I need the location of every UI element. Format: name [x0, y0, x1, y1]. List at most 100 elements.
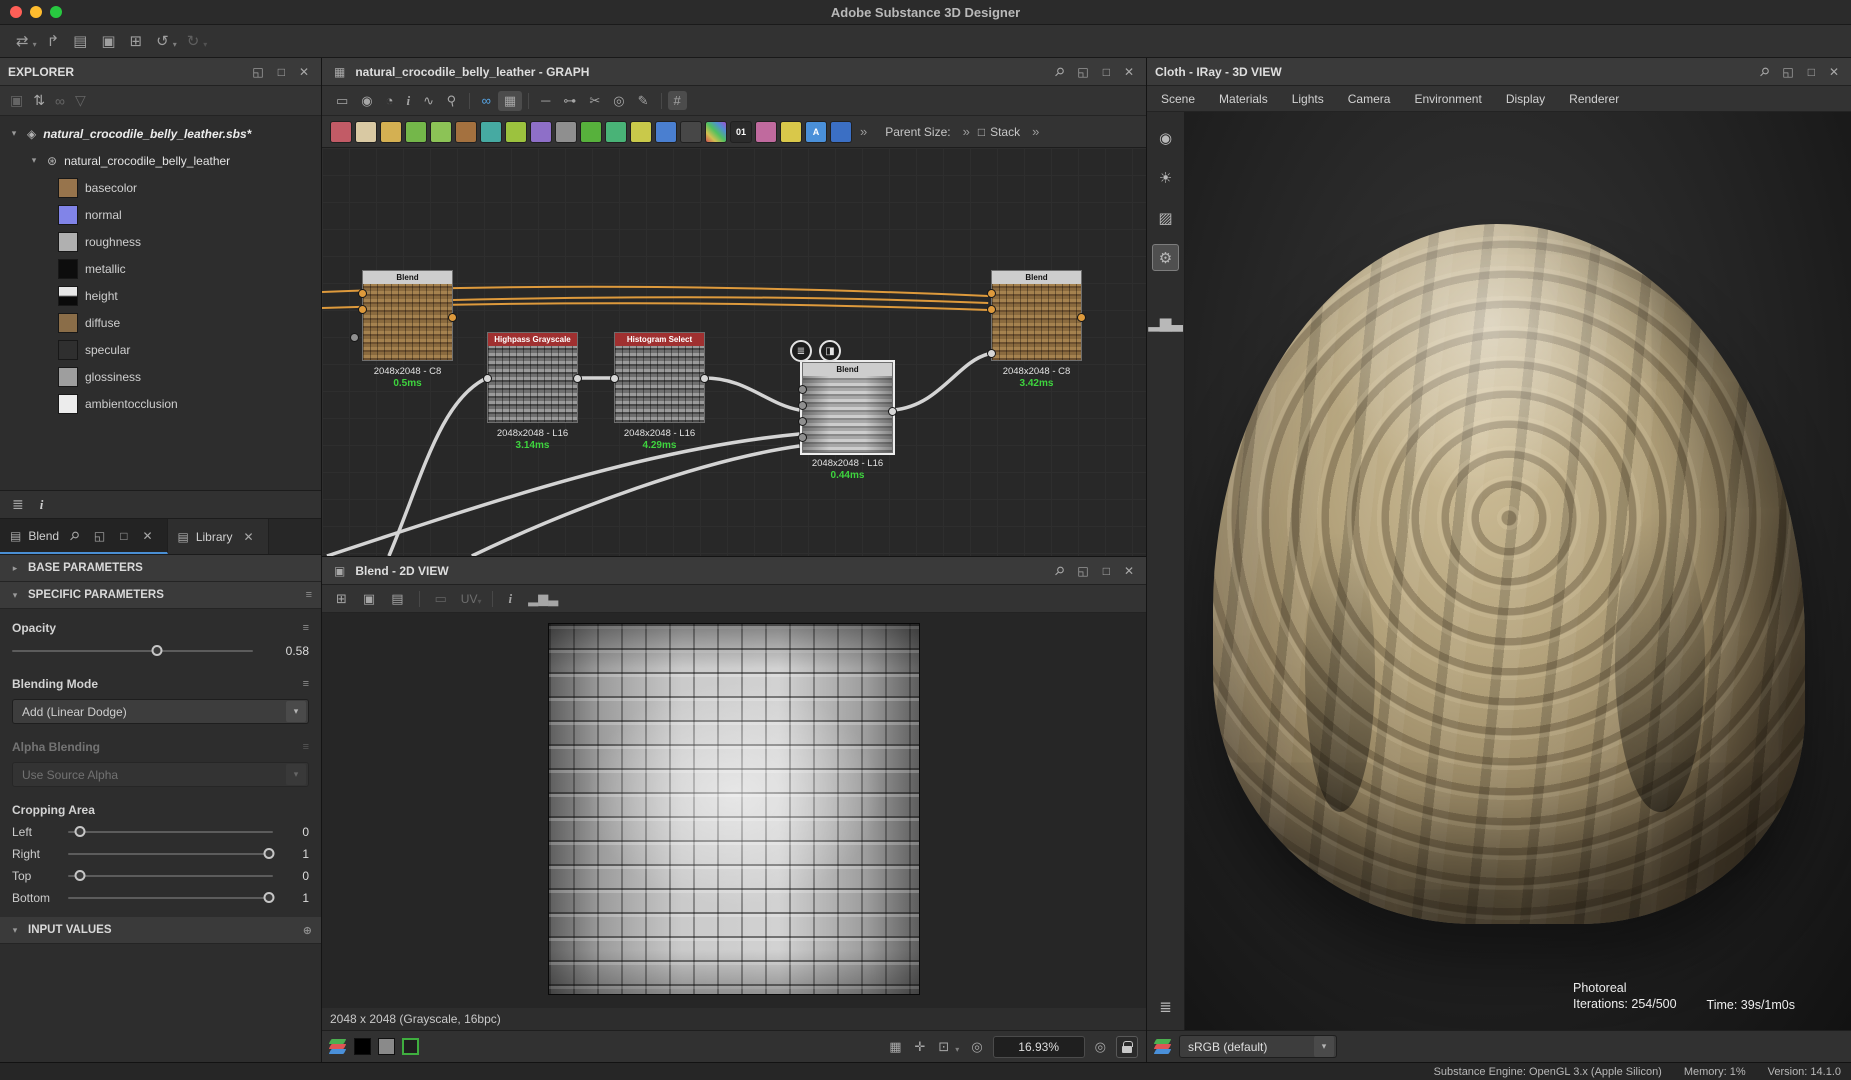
base-parameters-header[interactable]: ▸ BASE PARAMETERS — [0, 555, 321, 582]
output-port[interactable] — [448, 313, 457, 322]
pen-icon[interactable]: ✎ — [632, 91, 655, 111]
minimize-window-button[interactable] — [30, 6, 42, 18]
crop-top-value[interactable]: 0 — [283, 869, 309, 883]
node-info-icon[interactable]: i — [401, 91, 417, 111]
maximize-panel-icon[interactable]: □ — [1804, 65, 1819, 79]
palette-gradient-map[interactable] — [455, 121, 477, 143]
cut-link-icon[interactable]: ✂ — [583, 91, 606, 111]
hierarchy-icon[interactable]: ≣ — [12, 496, 24, 513]
palette-hsl[interactable] — [430, 121, 452, 143]
image-info-icon[interactable]: i — [502, 589, 518, 609]
crop-top-handle[interactable] — [75, 870, 86, 881]
close-tab-icon[interactable]: ✕ — [240, 530, 258, 544]
redo-caret-icon[interactable]: ▾ — [203, 40, 207, 49]
export-image-icon[interactable]: ▤ — [385, 589, 409, 609]
tools-switch-caret-icon[interactable]: ▾ — [33, 40, 37, 49]
link-mode-icon[interactable]: ∞ — [476, 91, 497, 110]
render-area[interactable]: Photoreal Iterations: 254/500 Time: 39s/… — [1185, 112, 1851, 1030]
tab-blend[interactable]: ▤ Blend ⚲ ◱ □ ✕ — [0, 519, 168, 554]
menu-display[interactable]: Display — [1506, 92, 1545, 106]
node-highpass-grayscale[interactable]: Highpass Grayscale 2048x2048 - L16 3.14m… — [487, 332, 578, 451]
comment-icon[interactable]: ─ — [535, 91, 556, 110]
explorer-link-icon[interactable]: ∞ — [55, 93, 65, 109]
palette-curve[interactable] — [405, 121, 427, 143]
open-file-icon[interactable]: ▤ — [67, 30, 93, 52]
active-channel-swatch[interactable] — [402, 1038, 419, 1055]
palette-dark[interactable] — [680, 121, 702, 143]
caret-down-icon[interactable]: ▾ — [8, 128, 20, 139]
zoom-level-input[interactable]: 16.93% — [993, 1036, 1085, 1058]
crop-left-slider[interactable] — [68, 831, 273, 833]
save-all-icon[interactable]: ⊞ — [124, 30, 149, 52]
menu-renderer[interactable]: Renderer — [1569, 92, 1619, 106]
save-icon[interactable]: ▣ — [95, 30, 121, 52]
palette-uv-transform[interactable] — [480, 121, 502, 143]
snap-grid-icon[interactable]: # — [668, 91, 687, 110]
output-specular[interactable]: specular — [0, 336, 321, 363]
crop-top-slider[interactable] — [68, 875, 273, 877]
palette-curvature[interactable] — [655, 121, 677, 143]
input-port[interactable] — [798, 385, 807, 394]
explorer-sync-icon[interactable]: ⇅ — [33, 92, 45, 109]
palette-height[interactable] — [605, 121, 627, 143]
node-blend-1[interactable]: Blend 2048x2048 - C8 0.5ms — [362, 270, 453, 389]
palette-grayscale[interactable] — [555, 121, 577, 143]
specific-parameters-header[interactable]: ▾ SPECIFIC PARAMETERS ≡ — [0, 582, 321, 609]
tiling-grid-icon[interactable]: ▦ — [886, 1039, 904, 1055]
copy-image-icon[interactable]: ⊞ — [330, 589, 353, 609]
compact-material-icon[interactable]: ▦ — [498, 91, 522, 111]
import-resource-icon[interactable]: ↱ — [41, 30, 66, 52]
stack-expand-icon[interactable]: » — [1027, 124, 1044, 139]
crop-left-handle[interactable] — [75, 826, 86, 837]
info-icon[interactable]: i — [40, 497, 44, 513]
background-gray-swatch[interactable] — [378, 1038, 395, 1055]
output-port[interactable] — [888, 407, 897, 416]
undo-caret-icon[interactable]: ▾ — [173, 40, 177, 49]
menu-scene[interactable]: Scene — [1161, 92, 1195, 106]
palette-text[interactable]: A — [805, 121, 827, 143]
input-port[interactable] — [987, 349, 996, 358]
maximize-panel-icon[interactable]: □ — [1099, 564, 1114, 578]
zoom-window-button[interactable] — [50, 6, 62, 18]
transform-view-icon[interactable]: ▭ — [429, 589, 453, 609]
crop-right-handle[interactable] — [263, 848, 274, 859]
output-glossiness[interactable]: glossiness — [0, 363, 321, 390]
float-panel-icon[interactable]: ◱ — [1073, 65, 1092, 79]
crop-right-slider[interactable] — [68, 853, 273, 855]
palette-noise[interactable] — [780, 121, 802, 143]
pin-icon[interactable]: ⚲ — [1048, 61, 1070, 83]
float-panel-icon[interactable]: ◱ — [248, 65, 267, 79]
blending-mode-select[interactable]: Add (Linear Dodge) ▾ — [12, 699, 309, 724]
palette-warp[interactable] — [755, 121, 777, 143]
display-settings-icon[interactable]: ◉ — [1152, 124, 1179, 151]
save-image-icon[interactable]: ▣ — [357, 589, 381, 609]
fit-caret-icon[interactable]: ▾ — [955, 1045, 959, 1054]
colorspace-select[interactable]: sRGB (default) ▾ — [1179, 1035, 1337, 1058]
pin-icon[interactable]: ⚲ — [1753, 61, 1775, 83]
redo-icon[interactable]: ↻ — [181, 30, 206, 52]
package-row[interactable]: ▾ ◈ natural_crocodile_belly_leather.sbs* — [0, 120, 321, 147]
spline-icon[interactable]: ∿ — [417, 91, 440, 111]
capture-icon[interactable]: ◉ — [355, 91, 378, 111]
graph-canvas[interactable]: Blend 2048x2048 - C8 0.5ms Highpass Gr — [322, 148, 1146, 556]
scene-tree-icon[interactable]: ≣ — [1152, 993, 1179, 1020]
palette-levels[interactable] — [380, 121, 402, 143]
fit-view-icon[interactable]: ⊡ — [935, 1039, 952, 1055]
node-blend-2[interactable]: Blend 2048x2048 - L16 0.44ms — [802, 362, 893, 481]
pin-icon[interactable]: ⚲ — [1048, 560, 1070, 582]
palette-blend[interactable] — [355, 121, 377, 143]
output-normal[interactable]: normal — [0, 201, 321, 228]
texture-preview[interactable] — [548, 623, 920, 995]
parent-size-expand-icon[interactable]: » — [958, 124, 975, 139]
input-port[interactable] — [987, 289, 996, 298]
menu-environment[interactable]: Environment — [1414, 92, 1481, 106]
input-port[interactable] — [358, 305, 367, 314]
colorspace-icon[interactable] — [1155, 1039, 1172, 1054]
input-port[interactable] — [798, 401, 807, 410]
node-preview-list-button[interactable]: ≣ — [790, 340, 812, 362]
opacity-value[interactable]: 0.58 — [265, 644, 309, 658]
crop-bottom-slider[interactable] — [68, 897, 273, 899]
tab-library[interactable]: ▤ Library ✕ — [168, 519, 269, 554]
palette-transform[interactable] — [505, 121, 527, 143]
maximize-panel-icon[interactable]: □ — [116, 529, 131, 543]
